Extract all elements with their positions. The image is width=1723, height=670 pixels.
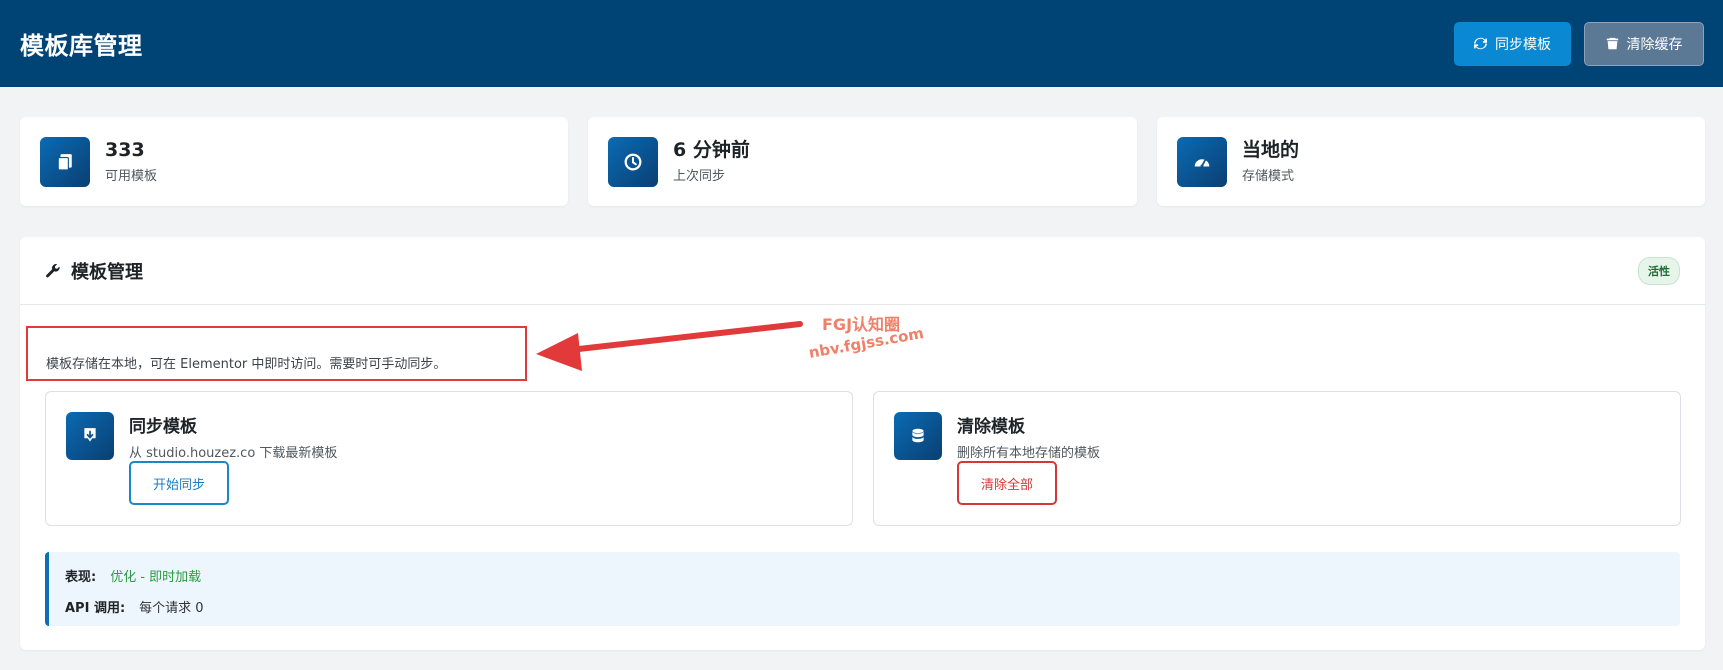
- info-row-performance: 表现: 优化 - 即时加载: [65, 566, 1680, 585]
- action-title: 同步模板: [129, 417, 197, 437]
- sync-templates-label: 同步模板: [1495, 36, 1551, 53]
- stat-label: 上次同步: [673, 169, 726, 185]
- panel-title: 模板管理: [45, 258, 143, 284]
- stat-card-last-sync: 6 分钟前 上次同步: [588, 117, 1137, 206]
- clear-cache-label: 清除缓存: [1626, 36, 1683, 53]
- action-icon-box: [894, 412, 942, 460]
- stat-value: 当地的: [1242, 138, 1300, 161]
- action-description: 删除所有本地存储的模板: [957, 446, 1101, 461]
- info-row-api: API 调用: 每个请求 0: [65, 597, 1680, 616]
- info-value: 优化 - 即时加载: [110, 570, 202, 585]
- clear-cache-button[interactable]: 清除缓存: [1584, 21, 1704, 66]
- refresh-icon: [1474, 37, 1487, 50]
- performance-info-box: 表现: 优化 - 即时加载 API 调用: 每个请求 0: [45, 552, 1680, 626]
- start-sync-button[interactable]: 开始同步: [129, 461, 229, 505]
- clock-icon: [624, 153, 642, 170]
- action-title: 清除模板: [957, 417, 1025, 437]
- template-management-panel: 模板管理 活性 模板存储在本地，可在 Elementor 中即时访问。需要时可手…: [20, 237, 1705, 650]
- action-description: 从 studio.houzez.co 下载最新模板: [129, 446, 338, 461]
- stat-value: 333: [105, 138, 145, 161]
- stat-label: 存储模式: [1242, 169, 1295, 185]
- stat-card-templates: 333 可用模板: [20, 117, 568, 206]
- info-key: API 调用:: [65, 601, 126, 616]
- storage-description: 模板存储在本地，可在 Elementor 中即时访问。需要时可手动同步。: [26, 326, 527, 381]
- wrench-icon: [46, 263, 60, 277]
- action-icon-box: [66, 412, 114, 460]
- stat-icon-box: [40, 136, 90, 187]
- download-icon: [84, 428, 96, 442]
- sync-templates-button[interactable]: 同步模板: [1454, 21, 1571, 66]
- copy-icon: [57, 153, 72, 170]
- stat-card-storage-mode: 当地的 存储模式: [1157, 117, 1705, 206]
- clear-templates-card: 清除模板 删除所有本地存储的模板 清除全部: [873, 391, 1681, 526]
- storage-description-text: 模板存储在本地，可在 Elementor 中即时访问。需要时可手动同步。: [46, 357, 447, 372]
- trash-icon: [1606, 37, 1618, 50]
- clear-all-button[interactable]: 清除全部: [957, 461, 1057, 505]
- status-badge: 活性: [1638, 256, 1680, 285]
- sync-templates-card: 同步模板 从 studio.houzez.co 下载最新模板 开始同步: [45, 391, 853, 526]
- stat-label: 可用模板: [105, 169, 158, 185]
- panel-title-text: 模板管理: [71, 261, 143, 283]
- top-header: 模板库管理 同步模板 清除缓存: [0, 0, 1723, 87]
- header-actions: 同步模板 清除缓存: [1454, 21, 1704, 66]
- info-value: 每个请求 0: [139, 601, 204, 616]
- database-icon: [912, 428, 924, 443]
- stat-value: 6 分钟前: [673, 138, 750, 161]
- stat-icon-box: [608, 136, 658, 187]
- stat-icon-box: [1177, 136, 1227, 187]
- panel-header: 模板管理 活性: [20, 237, 1705, 305]
- info-key: 表现:: [65, 570, 97, 585]
- page-title: 模板库管理: [20, 32, 143, 60]
- gauge-icon: [1194, 158, 1210, 167]
